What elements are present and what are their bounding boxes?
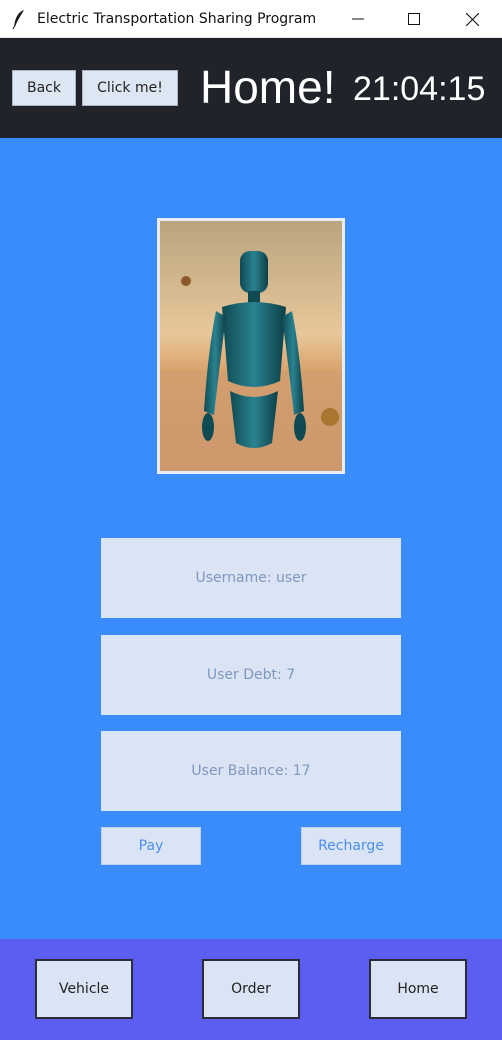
pay-button[interactable]: Pay xyxy=(101,827,201,865)
minimize-button[interactable] xyxy=(330,0,386,38)
window-titlebar: Electric Transportation Sharing Program xyxy=(0,0,502,38)
vehicle-button[interactable]: Vehicle xyxy=(35,959,133,1019)
avatar xyxy=(157,218,345,474)
back-button[interactable]: Back xyxy=(12,70,76,106)
bottom-nav: Vehicle Order Home xyxy=(0,939,502,1040)
clock: 21:04:15 xyxy=(353,70,486,108)
header-bar: Back Click me! Home! 21:04:15 xyxy=(0,38,502,138)
feather-icon xyxy=(12,10,24,29)
user-debt-field: User Debt: 7 xyxy=(101,635,401,715)
close-button[interactable] xyxy=(444,0,500,38)
order-button[interactable]: Order xyxy=(202,959,300,1019)
maximize-button[interactable] xyxy=(386,0,442,38)
close-icon xyxy=(465,12,479,26)
maximize-icon xyxy=(408,13,420,25)
window-title: Electric Transportation Sharing Program xyxy=(37,11,317,27)
user-balance-field: User Balance: 17 xyxy=(101,731,401,811)
minimize-icon xyxy=(352,18,364,20)
robot-avatar-image xyxy=(160,221,342,471)
click-me-button[interactable]: Click me! xyxy=(82,70,178,106)
username-field: Username: user xyxy=(101,538,401,618)
home-button[interactable]: Home xyxy=(369,959,467,1019)
recharge-button[interactable]: Recharge xyxy=(301,827,401,865)
page-title: Home! xyxy=(200,61,336,113)
